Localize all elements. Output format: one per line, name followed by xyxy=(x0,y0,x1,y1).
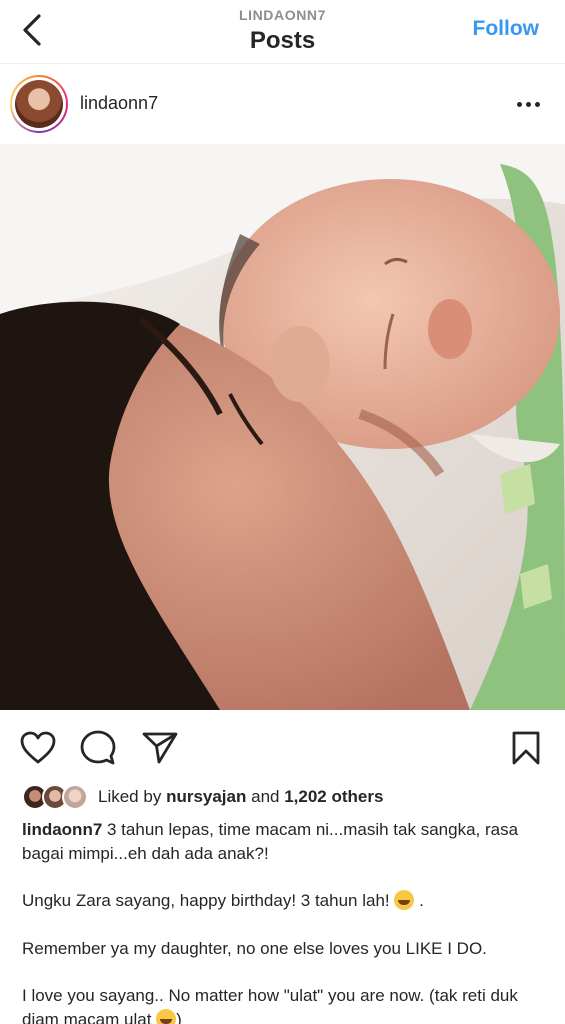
more-horizontal-icon xyxy=(516,101,522,107)
caption-line-2: Ungku Zara sayang, happy birthday! 3 tah… xyxy=(22,891,395,910)
avatar xyxy=(62,784,88,810)
caption-username[interactable]: lindaonn7 xyxy=(22,820,102,839)
post-author-row: lindaonn7 xyxy=(0,64,565,144)
heart-icon xyxy=(20,731,56,764)
top-header: LINDAONN7 Posts Follow xyxy=(0,0,565,64)
liker-avatars xyxy=(22,783,92,811)
follow-button[interactable]: Follow xyxy=(473,17,540,41)
bookmark-icon xyxy=(512,731,540,765)
save-button[interactable] xyxy=(506,728,546,768)
author-avatar[interactable] xyxy=(10,75,68,133)
share-button[interactable] xyxy=(140,728,180,768)
post-actions-bar xyxy=(0,710,565,782)
post-caption: lindaonn7 3 tahun lepas, time macam ni..… xyxy=(22,818,552,1024)
grinning-sweat-emoji-icon xyxy=(156,1008,177,1024)
more-options-button[interactable] xyxy=(513,94,543,114)
caption-line-4-end: ) xyxy=(176,1009,182,1024)
post-image[interactable] xyxy=(0,144,565,710)
comment-button[interactable] xyxy=(78,728,118,768)
comment-icon xyxy=(80,730,116,765)
caption-line-4: I love you sayang.. No matter how "ulat"… xyxy=(22,986,518,1024)
liker-username[interactable]: nursyajan xyxy=(166,787,246,806)
likes-summary: Liked by nursyajan and 1,202 others xyxy=(98,787,383,807)
likes-prefix: Liked by xyxy=(98,787,162,806)
caption-line-2-end: . xyxy=(414,891,424,910)
likes-count[interactable]: 1,202 others xyxy=(284,787,383,806)
post-photo-illustration xyxy=(0,144,565,710)
caption-line-3: Remember ya my daughter, no one else lov… xyxy=(22,938,487,958)
send-icon xyxy=(142,732,178,764)
author-username[interactable]: lindaonn7 xyxy=(80,93,158,114)
like-button[interactable] xyxy=(18,728,58,768)
likes-conjunction: and xyxy=(251,787,280,806)
likes-row[interactable]: Liked by nursyajan and 1,202 others xyxy=(22,782,383,812)
grinning-face-emoji-icon xyxy=(394,890,415,910)
